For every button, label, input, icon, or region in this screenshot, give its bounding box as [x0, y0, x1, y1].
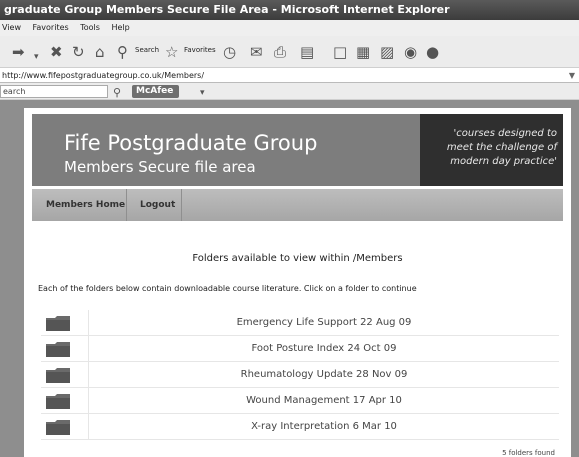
- folder-row[interactable]: Foot Posture Index 24 Oct 09: [41, 336, 559, 362]
- users-icon[interactable]: ●: [426, 43, 439, 61]
- address-dropdown-icon[interactable]: ▼: [569, 68, 575, 83]
- forward-dropdown-icon[interactable]: ▾: [34, 48, 39, 66]
- folder-icon[interactable]: [46, 367, 70, 383]
- favorites-star-icon[interactable]: ☆: [165, 43, 178, 61]
- folder-link[interactable]: X-ray Interpretation 6 Mar 10: [89, 414, 559, 440]
- home-icon[interactable]: ⌂: [95, 43, 105, 61]
- folder-row[interactable]: Rheumatology Update 28 Nov 09: [41, 362, 559, 388]
- tagline-line: meet the challenge of: [446, 142, 557, 153]
- folder-link[interactable]: Wound Management 17 Apr 10: [89, 388, 559, 414]
- site-title: Fife Postgraduate Group: [64, 131, 318, 155]
- print-icon[interactable]: ⎙: [274, 43, 286, 61]
- edit-icon[interactable]: ▤: [300, 43, 314, 61]
- site-subtitle: Members Secure file area: [64, 158, 256, 176]
- folder-row[interactable]: Emergency Life Support 22 Aug 09: [41, 310, 559, 336]
- menu-tools[interactable]: Tools: [80, 23, 100, 32]
- chat-icon[interactable]: ◉: [404, 43, 417, 61]
- folder-count: 5 folders found: [502, 449, 555, 457]
- tagline-line: 'courses designed to: [453, 128, 557, 139]
- research-icon[interactable]: ▦: [356, 43, 370, 61]
- search-button-label[interactable]: Search: [135, 46, 159, 54]
- discuss-icon[interactable]: □: [333, 43, 347, 61]
- instructions-text: Each of the folders below contain downlo…: [38, 284, 417, 293]
- folder-icon-cell: [41, 414, 89, 440]
- folder-link[interactable]: Emergency Life Support 22 Aug 09: [89, 310, 559, 336]
- folder-link[interactable]: Rheumatology Update 28 Nov 09: [89, 362, 559, 388]
- menu-favorites[interactable]: Favorites: [33, 23, 69, 32]
- address-bar[interactable]: http://www.fifepostgraduategroup.co.uk/M…: [0, 68, 579, 83]
- mail-icon[interactable]: ✉: [250, 43, 263, 61]
- folder-icon-cell: [41, 388, 89, 414]
- favorites-button-label[interactable]: Favorites: [184, 46, 216, 54]
- toolbar-search-input[interactable]: earch: [0, 85, 108, 98]
- refresh-icon[interactable]: ↻: [72, 43, 85, 61]
- folders-heading: Folders available to view within /Member…: [192, 253, 403, 264]
- search-toolbar: earch ⚲ McAfee ▾: [0, 83, 579, 100]
- site-header: Fife Postgraduate Group Members Secure f…: [32, 114, 420, 186]
- nav-divider: [126, 189, 127, 221]
- folder-icon-cell: [41, 336, 89, 362]
- messenger-icon[interactable]: ▨: [380, 43, 394, 61]
- folder-icon[interactable]: [46, 419, 70, 435]
- tagline-line: modern day practice': [450, 156, 557, 167]
- folder-row[interactable]: X-ray Interpretation 6 Mar 10: [41, 414, 559, 440]
- folder-icon[interactable]: [46, 315, 70, 331]
- address-url[interactable]: http://www.fifepostgraduategroup.co.uk/M…: [2, 71, 204, 80]
- nav-logout[interactable]: Logout: [128, 189, 187, 221]
- mcafee-button[interactable]: McAfee: [132, 85, 180, 98]
- folder-icon-cell: [41, 362, 89, 388]
- browser-toolbar: ➡ ▾ ✖ ↻ ⌂ ⚲ Search ☆ Favorites ◷ ✉ ⎙ ▤ □…: [0, 36, 579, 68]
- folder-icon-cell: [41, 310, 89, 336]
- folder-list: Emergency Life Support 22 Aug 09 Foot Po…: [41, 310, 559, 440]
- folder-icon[interactable]: [46, 341, 70, 357]
- menu-view[interactable]: View: [2, 23, 21, 32]
- menu-help[interactable]: Help: [111, 23, 129, 32]
- window-title: graduate Group Members Secure File Area …: [0, 0, 579, 20]
- search-icon[interactable]: ⚲: [117, 43, 128, 61]
- folder-row[interactable]: Wound Management 17 Apr 10: [41, 388, 559, 414]
- folder-icon[interactable]: [46, 393, 70, 409]
- site-tagline: 'courses designed to meet the challenge …: [420, 114, 563, 186]
- nav-members-home[interactable]: Members Home: [34, 189, 137, 221]
- forward-icon[interactable]: ➡: [12, 43, 25, 61]
- folder-link[interactable]: Foot Posture Index 24 Oct 09: [89, 336, 559, 362]
- history-icon[interactable]: ◷: [223, 43, 236, 61]
- menu-bar: View Favorites Tools Help: [0, 20, 579, 36]
- site-nav: Members Home Logout: [32, 189, 563, 221]
- nav-divider: [181, 189, 182, 221]
- page-viewport: Fife Postgraduate Group Members Secure f…: [0, 100, 579, 457]
- page-content: Fife Postgraduate Group Members Secure f…: [24, 108, 571, 457]
- stop-icon[interactable]: ✖: [50, 43, 63, 61]
